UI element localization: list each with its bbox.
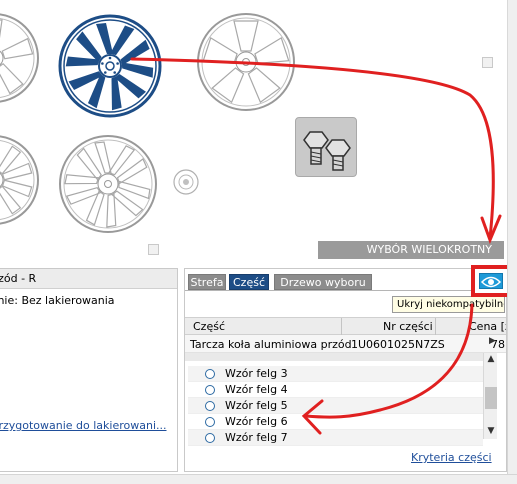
- details-panel: Tarcza koła aluminiowa przód - R Wykończ…: [0, 268, 178, 472]
- scroll-thumb[interactable]: [485, 387, 497, 409]
- option-label: Wzór felg 5: [225, 399, 288, 412]
- col-price[interactable]: Cena [zł]: [469, 320, 506, 333]
- details-header-text: Tarcza koła aluminiowa przód - R: [0, 272, 37, 285]
- col-part[interactable]: Część: [193, 320, 225, 333]
- finish-text: Wykończenie: Bez lakierowania: [0, 294, 115, 307]
- wheel-design-4[interactable]: [0, 134, 40, 226]
- wheel-design-2[interactable]: [58, 14, 162, 118]
- hubcap-icon[interactable]: [172, 168, 200, 196]
- list-item[interactable]: Wzór felg 3: [188, 366, 483, 382]
- scroll-up-icon[interactable]: ▲: [485, 353, 497, 365]
- arrow-head-1: [480, 214, 502, 245]
- radio-button[interactable]: [205, 369, 215, 379]
- horizontal-scrollbar[interactable]: [185, 353, 495, 361]
- page-icon-bottom[interactable]: [148, 244, 159, 255]
- radio-button[interactable]: [205, 433, 215, 443]
- bolts-icon[interactable]: [295, 117, 357, 177]
- wheel-design-5[interactable]: [58, 134, 158, 234]
- cell-part: Tarcza koła aluminiowa przód: [190, 338, 352, 351]
- tab-zone[interactable]: Strefa: [188, 274, 226, 290]
- list-item[interactable]: Wzór felg 7: [188, 430, 483, 446]
- page-icon-top[interactable]: [482, 57, 493, 68]
- col-separator: [435, 318, 436, 335]
- radio-button[interactable]: [205, 417, 215, 427]
- tab-selection-tree[interactable]: Drzewo wyboru: [274, 274, 372, 290]
- radio-button[interactable]: [205, 385, 215, 395]
- option-label: Wzór felg 7: [225, 431, 288, 444]
- right-scrollbar[interactable]: [507, 262, 517, 474]
- status-strip: [0, 474, 517, 484]
- col-separator: [341, 318, 342, 335]
- tab-underline: [185, 290, 506, 291]
- options-scrollbar[interactable]: ▲ ▼: [483, 353, 497, 439]
- eye-icon: [479, 273, 503, 289]
- list-item[interactable]: Wzór felg 5: [188, 398, 483, 414]
- radio-button[interactable]: [205, 401, 215, 411]
- wheel-design-3[interactable]: [196, 12, 296, 112]
- preparation-link[interactable]: Przygotowanie do lakierowani...: [0, 419, 167, 432]
- details-header: Tarcza koła aluminiowa przód - R: [0, 269, 177, 289]
- option-list: Wzór felg 3 Wzór felg 4 Wzór felg 5 Wzór…: [188, 366, 483, 446]
- list-item[interactable]: Wzór felg 6: [188, 414, 483, 430]
- scroll-right-icon[interactable]: ▶: [489, 336, 496, 346]
- option-label: Wzór felg 3: [225, 367, 288, 380]
- scroll-down-icon[interactable]: ▼: [485, 425, 497, 437]
- tab-part[interactable]: Część: [229, 274, 269, 290]
- col-part-number[interactable]: Nr części: [383, 320, 433, 333]
- option-label: Wzór felg 4: [225, 383, 288, 396]
- screen: WYBÓR WIELOKROTNY Tarcza koła aluminiowa…: [0, 0, 517, 484]
- table-row[interactable]: Tarcza koła aluminiowa przód 1U0601025N7…: [185, 335, 506, 353]
- table-header: Część Nr części Cena [zł]: [185, 317, 506, 335]
- gallery-scrollbar[interactable]: [507, 0, 517, 262]
- option-label: Wzór felg 6: [225, 415, 288, 428]
- hide-incompatible-button[interactable]: [471, 265, 511, 297]
- multi-select-button[interactable]: WYBÓR WIELOKROTNY: [318, 241, 504, 259]
- wheel-design-1[interactable]: [0, 12, 40, 104]
- part-criteria-link[interactable]: Kryteria części: [411, 451, 492, 464]
- list-item[interactable]: Wzór felg 4: [188, 382, 483, 398]
- tooltip: Ukryj niekompatybilne: [392, 296, 505, 313]
- cell-part-number: 1U0601025N7ZS: [351, 338, 445, 351]
